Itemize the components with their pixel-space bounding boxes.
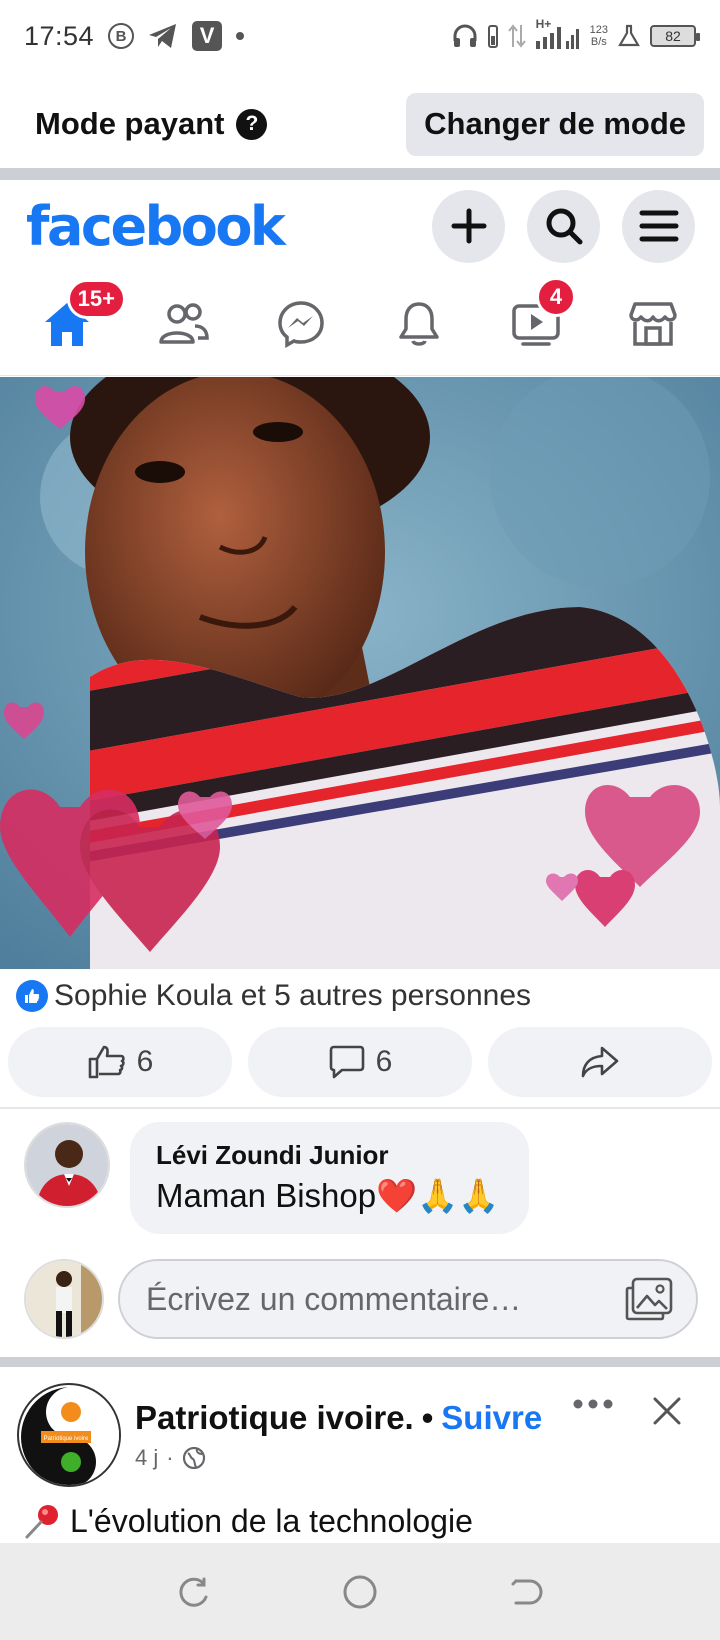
share-icon [581,1046,619,1078]
globe-icon [182,1446,205,1470]
signal-icon: H+ [535,17,580,51]
create-button[interactable] [432,189,505,263]
post-photo[interactable] [0,377,720,969]
marketplace-icon [629,301,678,346]
search-button[interactable] [527,189,600,263]
post-text: L'évolution de la technologie [24,1502,473,1540]
headphones-icon [453,24,477,47]
comment-text: Maman Bishop❤️🙏🙏 [156,1177,500,1214]
post-actions: 6 6 [8,1027,712,1097]
tab-friends[interactable] [134,289,234,359]
divider [0,1357,720,1367]
comment-button[interactable]: 6 [248,1027,472,1097]
recent-apps-icon[interactable] [176,1575,210,1609]
home-badge: 15+ [66,278,126,319]
comment: Lévi Zoundi Junior Maman Bishop❤️🙏🙏 [24,1122,530,1234]
friends-icon [159,302,209,344]
data-arrows-icon [507,24,526,48]
v-app-icon: V [192,21,223,51]
comment-author[interactable]: Lévi Zoundi Junior [156,1140,499,1171]
page-avatar-label: Patriotique ivoire [44,1436,89,1442]
menu-icon [639,210,678,242]
search-icon [546,208,582,245]
photo-attach-icon[interactable] [624,1276,674,1322]
facebook-logo[interactable]: facebook [26,195,286,258]
comment-placeholder: Écrivez un commentaire… [146,1280,522,1317]
post-image [0,377,720,969]
post-text-content: L'évolution de la technologie [70,1502,473,1539]
status-time: 17:54 [24,20,95,51]
flask-icon [618,24,640,47]
commenter-avatar[interactable] [24,1122,110,1208]
mode-title: Mode payant [35,106,225,141]
tab-home[interactable]: 15+ [17,278,126,359]
tab-marketplace[interactable] [603,289,703,359]
comment-icon [329,1045,364,1079]
battery-icon: 82 [650,25,700,47]
facebook-header: facebook [0,180,720,272]
comment-input[interactable]: Écrivez un commentaire… [118,1259,698,1339]
tab-video[interactable]: 4 [486,276,586,359]
pushpin-icon [25,1505,58,1539]
page-name[interactable]: Patriotique ivoire. [135,1399,414,1437]
comment-composer: Écrivez un commentaire… [24,1259,698,1339]
home-nav-icon[interactable] [342,1574,378,1610]
divider [0,168,720,180]
close-icon[interactable] [653,1397,681,1425]
video-badge: 4 [535,276,576,317]
reactions-text: Sophie Koula et 5 autres personnes [54,979,531,1012]
post-time[interactable]: 4 j [135,1445,158,1471]
time-separator: · [166,1445,174,1470]
follow-button[interactable]: Suivre [441,1399,542,1437]
comment-bubble[interactable]: Lévi Zoundi Junior Maman Bishop❤️🙏🙏 [130,1122,530,1234]
tab-notifications[interactable] [369,289,469,359]
tab-messenger[interactable] [251,289,351,359]
divider [0,1107,720,1109]
status-bar: 17:54 B V H+ 123 B/s 82 [0,0,720,72]
share-button[interactable] [488,1027,712,1097]
like-count: 6 [136,1045,154,1078]
system-nav-bar [0,1543,720,1640]
thumbs-up-icon [88,1045,125,1079]
telegram-icon [149,24,177,48]
change-mode-button[interactable]: Changer de mode [406,92,704,156]
more-options-icon[interactable] [573,1397,613,1411]
menu-button[interactable] [622,189,695,263]
bell-icon [398,301,439,346]
reactions-summary[interactable]: Sophie Koula et 5 autres personnes [16,972,531,1020]
page-avatar[interactable]: Patriotique ivoire [17,1383,121,1487]
user-avatar[interactable] [24,1259,104,1339]
like-button[interactable]: 6 [8,1027,232,1097]
comment-count: 6 [375,1045,393,1078]
mode-bar: Mode payant ? Changer de mode [0,80,720,168]
next-post-header: Patriotique ivoire Patriotique ivoire. •… [17,1383,707,1487]
help-icon[interactable]: ? [236,108,268,140]
nav-tabs: 15+ 4 [0,272,720,376]
b-notification-icon: B [108,23,135,49]
small-battery-icon [487,25,498,48]
name-separator: • [421,1399,434,1436]
plus-icon [451,208,486,244]
messenger-icon [278,300,325,348]
like-reaction-icon [16,980,48,1012]
back-icon[interactable] [510,1575,544,1609]
network-speed: 123 B/s [589,24,608,48]
more-notifications-dot [236,32,245,40]
